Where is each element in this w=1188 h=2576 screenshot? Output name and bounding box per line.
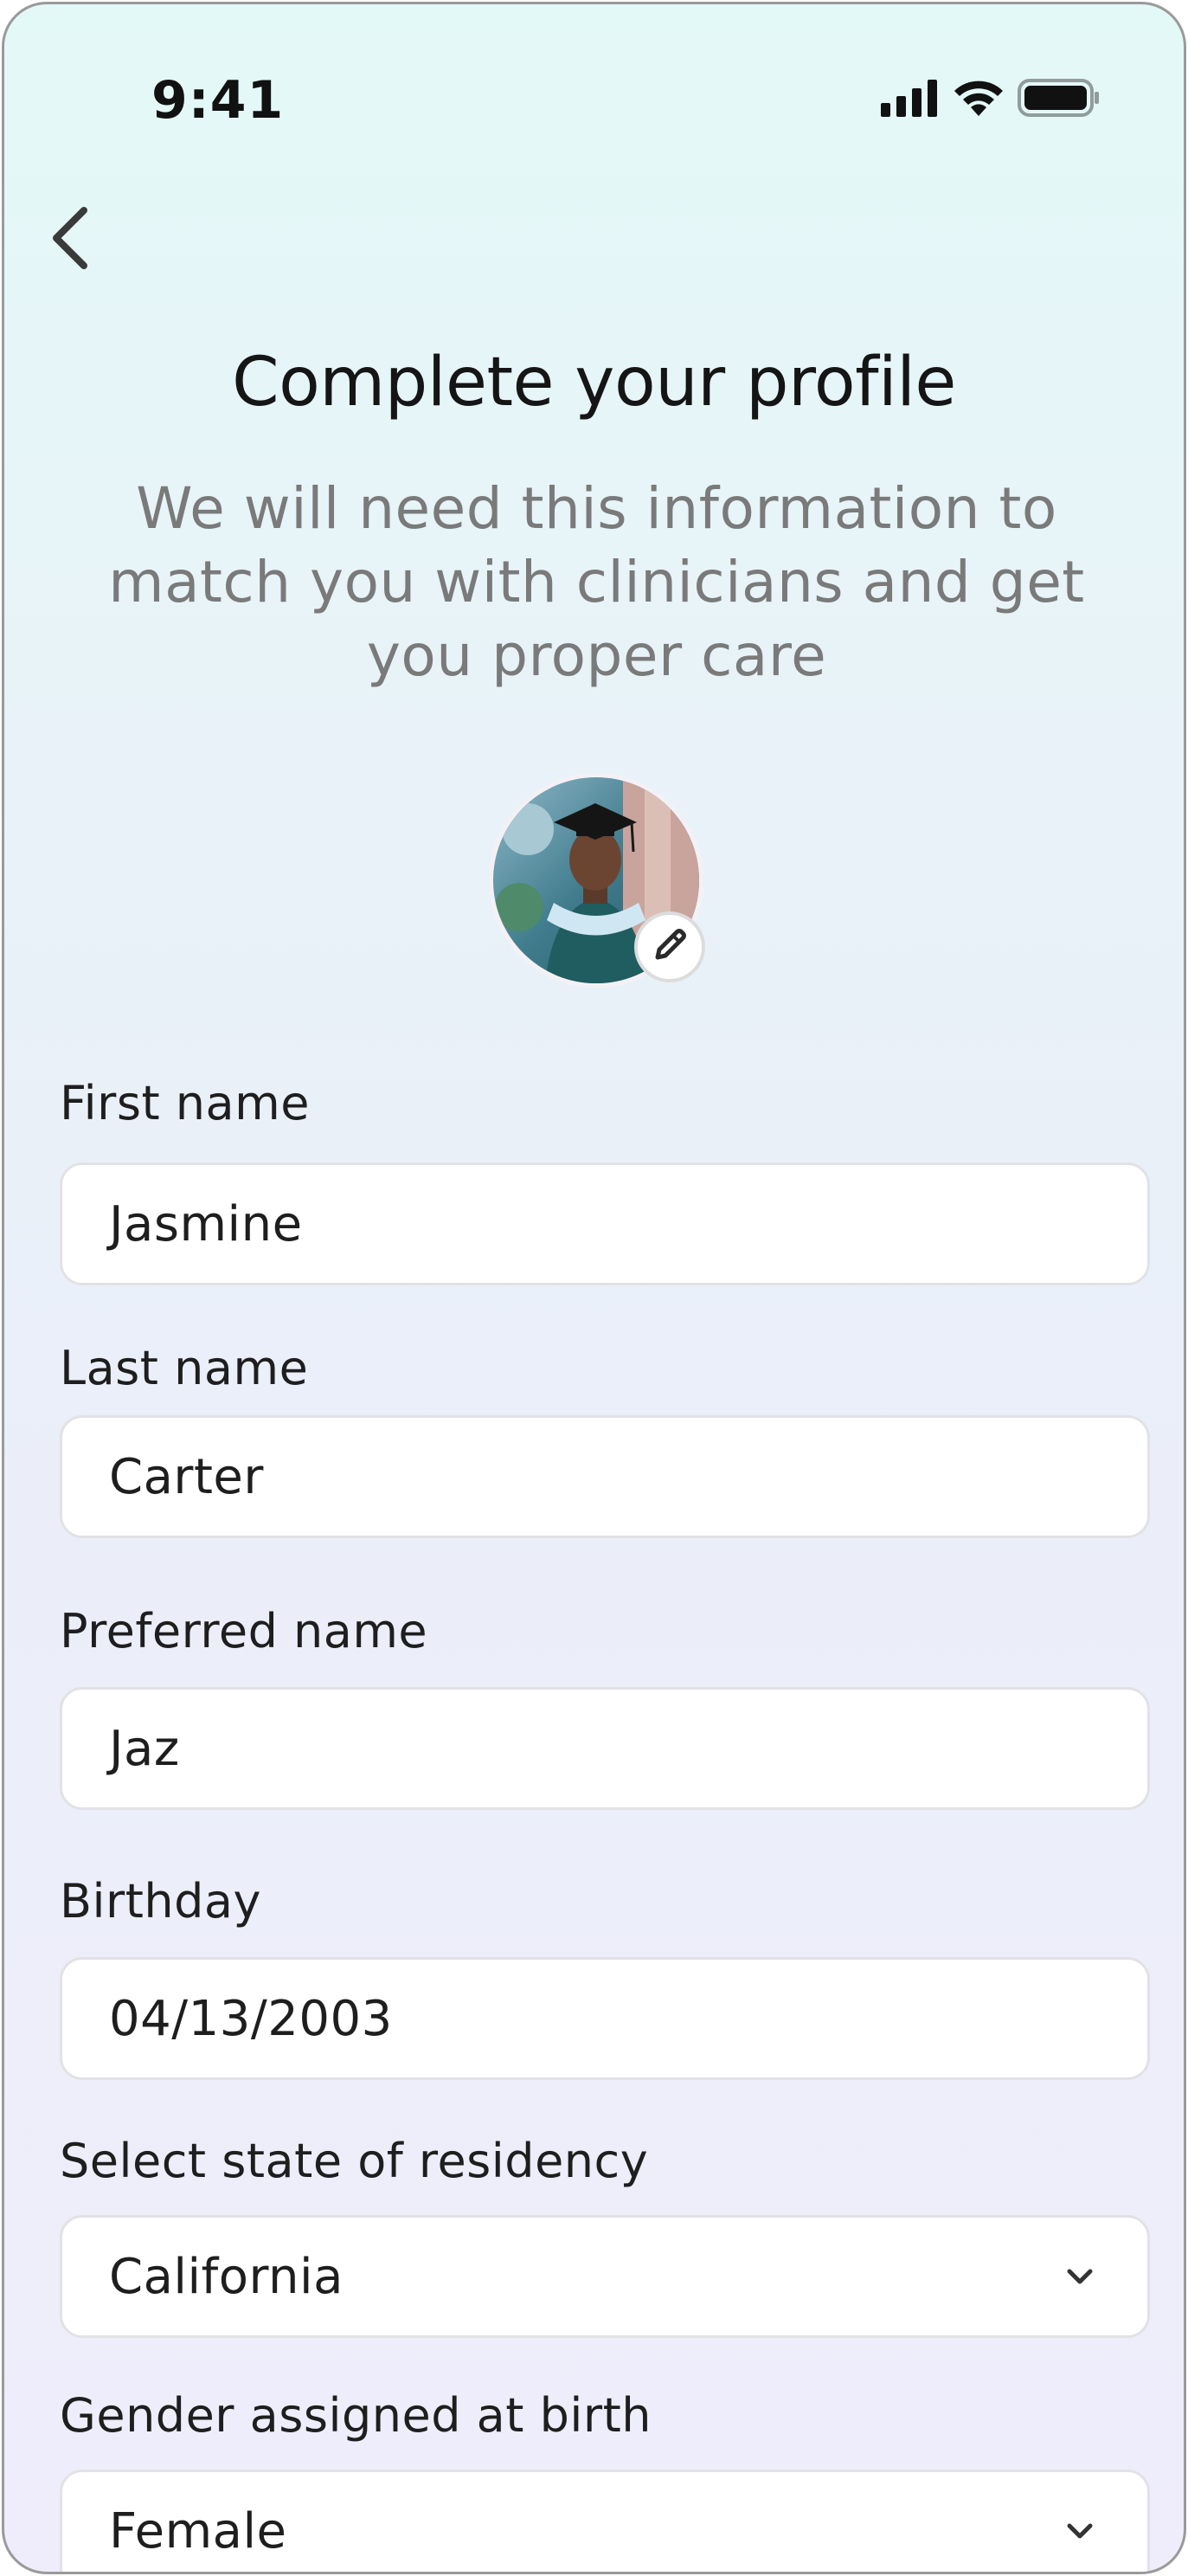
gender-group: Gender assigned at birth Female — [60, 2388, 1150, 2572]
gender-value: Female — [109, 2502, 287, 2560]
page-title: Complete your profile — [232, 344, 956, 422]
status-icons — [881, 79, 1101, 120]
battery-icon — [1018, 78, 1101, 121]
preferred-name-group: Preferred name Jaz — [60, 1604, 1150, 1810]
chevron-down-icon — [1059, 2510, 1101, 2552]
first-name-value: Jasmine — [109, 1195, 303, 1253]
first-name-group: First name Jasmine — [60, 1076, 1150, 1285]
phone-screen: 9:41 Complete your profile We will need … — [2, 2, 1186, 2574]
cellular-signal-icon — [881, 79, 940, 120]
chevron-left-icon — [49, 205, 91, 274]
first-name-input[interactable]: Jasmine — [60, 1162, 1150, 1285]
last-name-group: Last name Carter — [60, 1341, 1150, 1538]
birthday-group: Birthday 04/13/2003 — [60, 1874, 1150, 2080]
gender-label: Gender assigned at birth — [60, 2388, 652, 2443]
pencil-icon — [651, 926, 689, 968]
state-select[interactable]: California — [60, 2215, 1150, 2338]
state-group: Select state of residency California — [60, 2134, 1150, 2338]
first-name-label: First name — [60, 1076, 310, 1130]
edit-photo-button[interactable] — [634, 911, 705, 982]
status-time: 9:41 — [151, 70, 285, 131]
birthday-label: Birthday — [60, 1874, 261, 1929]
profile-photo[interactable] — [489, 773, 714, 998]
page-subtitle: We will need this information to match y… — [108, 475, 1085, 689]
state-label: Select state of residency — [60, 2134, 649, 2188]
last-name-input[interactable]: Carter — [60, 1415, 1150, 1538]
last-name-value: Carter — [109, 1448, 264, 1505]
last-name-label: Last name — [60, 1341, 309, 1395]
state-value: California — [109, 2248, 344, 2305]
back-button[interactable] — [35, 202, 105, 278]
profile-form: First name Jasmine Last name Carter Pref… — [60, 1076, 1150, 2572]
birthday-input[interactable]: 04/13/2003 — [60, 1957, 1150, 2080]
chevron-down-icon — [1059, 2256, 1101, 2297]
preferred-name-input[interactable]: Jaz — [60, 1687, 1150, 1810]
wifi-icon — [952, 78, 1005, 121]
gender-select[interactable]: Female — [60, 2470, 1150, 2572]
preferred-name-label: Preferred name — [60, 1604, 428, 1658]
preferred-name-value: Jaz — [109, 1720, 180, 1777]
birthday-value: 04/13/2003 — [109, 1990, 393, 2047]
